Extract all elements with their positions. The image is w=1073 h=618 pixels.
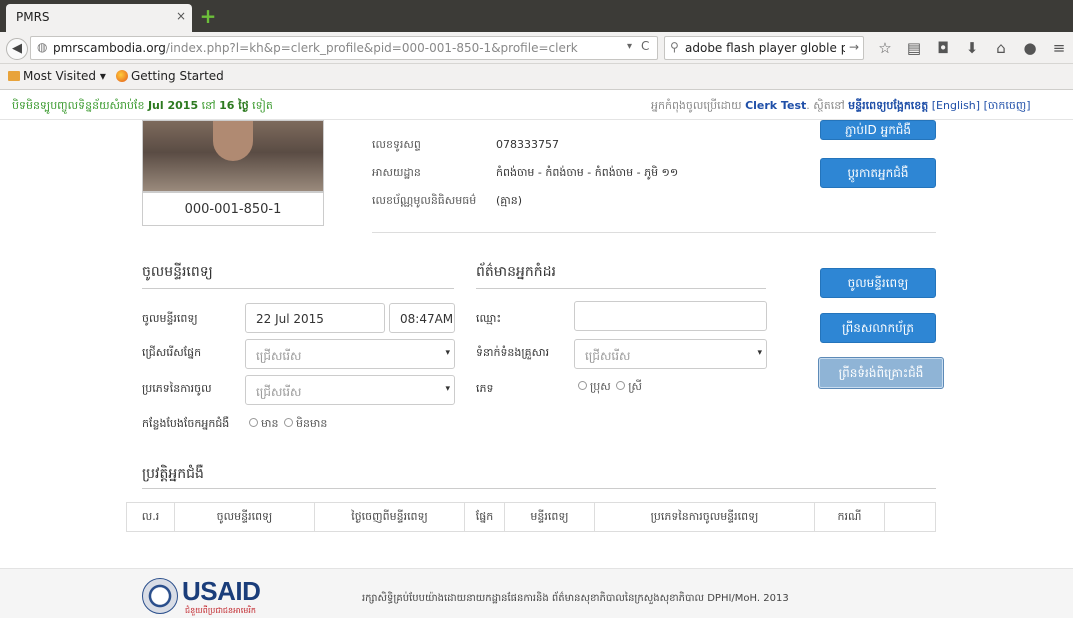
search-go-icon[interactable]: → xyxy=(849,40,859,54)
home-icon[interactable]: ⌂ xyxy=(990,38,1012,58)
deadline-notice: បិទមិនទ្បូបញ្ចូលទិន្នន័យសំរាប់ខែ Jul 201… xyxy=(12,99,273,112)
history-divider xyxy=(142,488,936,489)
history-table: ល.រ ចូលមន្ទីរពេទ្យ ថ្ងៃចេញពីមន្ទីរពេទ្យ … xyxy=(126,502,936,532)
footer-credit: រក្សាសិទ្ធិគ្រប់បែបយ៉ាងដោយនាយកដ្ឋានផែនកា… xyxy=(362,593,789,604)
address-value: កំពង់ចាម - កំពង់ចាម - កំពង់ចាម - ភូមិ ១១ xyxy=(496,166,679,179)
usaid-logo-text: USAID xyxy=(182,576,261,606)
change-card-button[interactable]: ប្តូរកាតអ្នកជំងឺ xyxy=(820,158,936,188)
idcard-label: លេខប័ណ្ណមូលនិធិសមធម៌ xyxy=(372,194,477,207)
admit-button[interactable]: ចូលមន្ទីរពេទ្យ xyxy=(820,268,936,298)
chat-icon[interactable]: ● xyxy=(1019,38,1041,58)
usaid-seal-logo xyxy=(142,578,178,614)
pocket-icon[interactable]: ◘ xyxy=(932,38,954,58)
chevron-down-icon: ▾ xyxy=(445,384,450,394)
idcard-value: (គ្មាន) xyxy=(496,194,523,207)
sex-male-radio[interactable] xyxy=(578,381,587,390)
address-label: អាសយដ្ឋាន xyxy=(372,166,421,179)
bookmarks-list-icon[interactable]: ▤ xyxy=(903,38,925,58)
back-arrow-icon[interactable]: ◀ xyxy=(6,38,28,60)
menu-icon[interactable]: ≡ xyxy=(1048,38,1070,58)
phone-label: លេខទូរសព្ទ xyxy=(372,138,421,151)
referral-radio-group: មាន មិនមាន xyxy=(247,417,327,433)
col-department: ផ្នែក xyxy=(465,503,505,531)
department-label: ជ្រើសរើសផ្នែក xyxy=(142,346,202,359)
tab-close-icon[interactable]: × xyxy=(176,9,186,23)
relation-label: ទំនាក់ទំនងគ្រួសារ xyxy=(476,346,550,359)
profile-divider xyxy=(372,232,936,233)
sex-label: ភេទ xyxy=(476,382,494,395)
companion-name-label: ឈ្មោះ xyxy=(476,312,502,325)
chevron-down-icon: ▾ xyxy=(757,348,762,358)
referral-no-radio[interactable] xyxy=(283,418,293,427)
col-admit-date: ចូលមន្ទីរពេទ្យ xyxy=(175,503,315,531)
firefox-icon xyxy=(116,70,128,82)
browser-tab[interactable]: PMRS × xyxy=(6,4,192,32)
admission-time-input[interactable]: 08:47AM xyxy=(389,303,455,333)
col-extra xyxy=(885,503,935,531)
folder-icon xyxy=(8,71,20,81)
toolbar-icons: ☆ ▤ ◘ ⬇ ⌂ ● ≡ xyxy=(874,38,1070,58)
url-bar[interactable]: ◍ pmrscambodia.org/index.php?l=kh&p=cler… xyxy=(30,36,658,60)
department-select[interactable]: ជ្រើសរើស ▾ xyxy=(245,339,455,369)
referral-yes-radio[interactable] xyxy=(249,418,258,427)
tab-title: PMRS xyxy=(16,10,50,24)
col-admission-type: ប្រភេទនៃការចូលមន្ទីរពេទ្យ xyxy=(595,503,815,531)
admission-title: ចូលមន្ទីរពេទ្យ xyxy=(142,264,213,280)
download-icon[interactable]: ⬇ xyxy=(961,38,983,58)
col-hospital: មន្ទីរពេទ្យ xyxy=(505,503,595,531)
admission-date-input[interactable]: 22 Jul 2015 xyxy=(245,303,385,333)
nav-toolbar: ◀ ◍ pmrscambodia.org/index.php?l=kh&p=cl… xyxy=(0,32,1073,64)
admission-divider xyxy=(142,288,454,289)
hospital-name: មន្ទីរពេទ្យបង្អែកខេត្ត xyxy=(848,99,929,112)
phone-value: 078333757 xyxy=(496,138,559,151)
patient-photo xyxy=(142,120,324,192)
col-discharge-date: ថ្ងៃចេញពីមន្ទីរពេទ្យ xyxy=(315,503,465,531)
search-input[interactable]: adobe flash player globle pri xyxy=(685,41,845,55)
sex-radio-group: ប្រុស ស្រី xyxy=(576,380,642,396)
url-dropdown-icon[interactable]: ▾ xyxy=(627,41,632,52)
companion-name-input[interactable] xyxy=(574,301,767,331)
language-link[interactable]: [English] xyxy=(932,99,980,112)
bookmarks-bar: Most Visited ▾ Getting Started xyxy=(0,64,1073,90)
referral-label: កន្លែងបែងចែកអ្នកជំងឺ xyxy=(142,417,230,430)
bookmark-getting-started[interactable]: Getting Started xyxy=(116,69,224,83)
companion-divider xyxy=(476,288,766,289)
new-tab-icon[interactable]: + xyxy=(198,6,218,26)
user-status: អ្នកកំពុងចូលប្រើដោយ Clerk Test. ស្ថិតនៅ … xyxy=(651,99,1031,112)
user-name: Clerk Test xyxy=(745,99,807,112)
history-title: ប្រវត្តិអ្នកជំងឺ xyxy=(142,466,204,482)
admission-date-label: ចូលមន្ទីរពេទ្យ xyxy=(142,312,198,325)
companion-title: ព័ត៌មានអ្នកកំដរ xyxy=(476,264,556,280)
url-text: pmrscambodia.org/index.php?l=kh&p=clerk_… xyxy=(53,41,578,55)
col-no: ល.រ xyxy=(127,503,175,531)
link-id-button[interactable]: ភ្ជាប់ID អ្នកជំងឺ xyxy=(820,120,936,140)
search-icon: ⚲ xyxy=(670,40,679,54)
print-card-button[interactable]: ព្រីនសលាកប័ត្រ xyxy=(820,313,936,343)
globe-icon: ◍ xyxy=(37,40,48,54)
bookmark-star-icon[interactable]: ☆ xyxy=(874,38,896,58)
bookmark-most-visited[interactable]: Most Visited ▾ xyxy=(8,69,106,83)
reload-icon[interactable]: C xyxy=(641,39,649,53)
page-footer: USAID ជំនួយពីប្រជាជនអាមេរិក រក្សាសិទ្ធិគ… xyxy=(0,568,1073,618)
patient-id: 000-001-850-1 xyxy=(142,192,324,226)
info-bar: បិទមិនទ្បូបញ្ចូលទិន្នន័យសំរាប់ខែ Jul 201… xyxy=(0,90,1073,120)
admission-type-select[interactable]: ជ្រើសរើស ▾ xyxy=(245,375,455,405)
relation-select[interactable]: ជ្រើសរើស ▾ xyxy=(574,339,767,369)
logout-link[interactable]: [ចាកចេញ] xyxy=(984,99,1031,112)
tab-bar: PMRS × + xyxy=(0,0,1073,32)
sex-female-radio[interactable] xyxy=(616,381,626,390)
chevron-down-icon: ▾ xyxy=(445,348,450,358)
search-bar[interactable]: ⚲ adobe flash player globle pri → xyxy=(664,36,864,60)
admission-type-label: ប្រភេទនៃការចូល xyxy=(142,382,212,395)
print-form-button[interactable]: ព្រីនទំរង់ពិគ្រោះជំងឺ xyxy=(818,357,944,389)
col-case: ករណី xyxy=(815,503,885,531)
usaid-logo-subtitle: ជំនួយពីប្រជាជនអាមេរិក xyxy=(185,606,256,615)
